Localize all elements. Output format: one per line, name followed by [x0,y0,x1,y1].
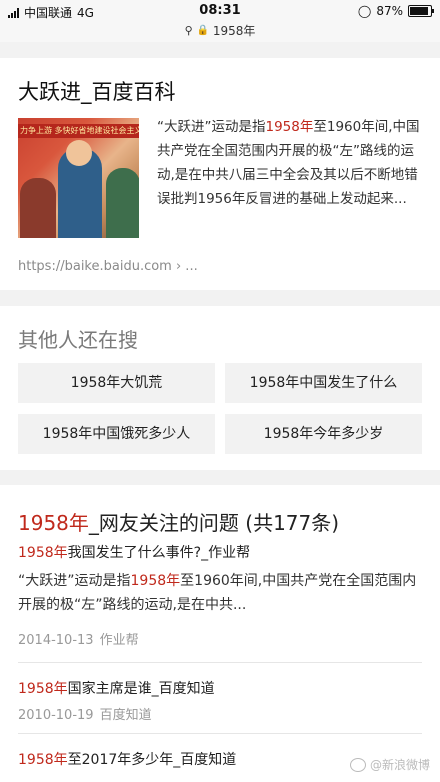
qa-item-title[interactable]: 1958年我国发生了什么事件?_作业帮 [18,542,250,562]
related-searches: 其他人还在搜 1958年大饥荒 1958年中国发生了什么 1958年中国饿死多少… [0,306,440,470]
search-icon: ⚲ [184,24,193,37]
battery-icon [408,5,434,17]
qa-section: 1958年_网友关注的问题 (共177条) 1958年我国发生了什么事件?_作业… [0,485,440,782]
qa-title[interactable]: 1958年_网友关注的问题 (共177条) [18,507,339,536]
qa-item-meta: 2010-10-19 百度知道 [18,708,152,723]
lock-icon: 🔒 [196,25,209,36]
qa-item-snippet: “大跃进”运动是指1958年至1960年间,中国共产党在全国范围内开展的极“左”… [18,573,417,613]
qa-item-meta: 2014-10-13 作业帮 [18,633,139,648]
related-chip[interactable]: 1958年中国发生了什么 [225,363,422,403]
thumbnail-banner-text: 力争上游 多快好省地建设社会主义 [20,126,139,135]
status-bar: 中国联通 4G 08:31 ◯ 87% [0,0,440,24]
related-chip[interactable]: 1958年今年多少岁 [225,414,422,454]
url-text: 1958年 [212,24,256,38]
weibo-icon [349,757,366,772]
result-baike[interactable]: 大跃进_百度百科 力争上游 多快好省地建设社会主义 “大跃进”运动是指1958年… [0,58,440,290]
related-chip[interactable]: 1958年中国饿死多少人 [18,414,215,454]
weibo-watermark: @新浪微博 [349,756,430,773]
divider [18,733,422,734]
related-chip[interactable]: 1958年大饥荒 [18,363,215,403]
result-title[interactable]: 大跃进_百度百科 [18,76,176,106]
result-thumbnail[interactable]: 力争上游 多快好省地建设社会主义 [18,118,139,238]
qa-item-title[interactable]: 1958年至2017年多少年_百度知道 [18,749,236,769]
rotation-lock-icon: ◯ [357,4,372,18]
battery-percent: 87% [376,4,403,18]
result-snippet: “大跃进”运动是指1958年至1960年间,中国共产党在全国范围内开展的极“左”… [157,119,420,207]
divider [18,662,422,663]
result-source-url[interactable]: https://baike.baidu.com › ... [18,259,198,274]
qa-item-title[interactable]: 1958年国家主席是谁_百度知道 [18,678,215,698]
url-bar[interactable]: ⚲ 🔒 1958年 [0,22,440,42]
related-title: 其他人还在搜 [18,328,138,352]
